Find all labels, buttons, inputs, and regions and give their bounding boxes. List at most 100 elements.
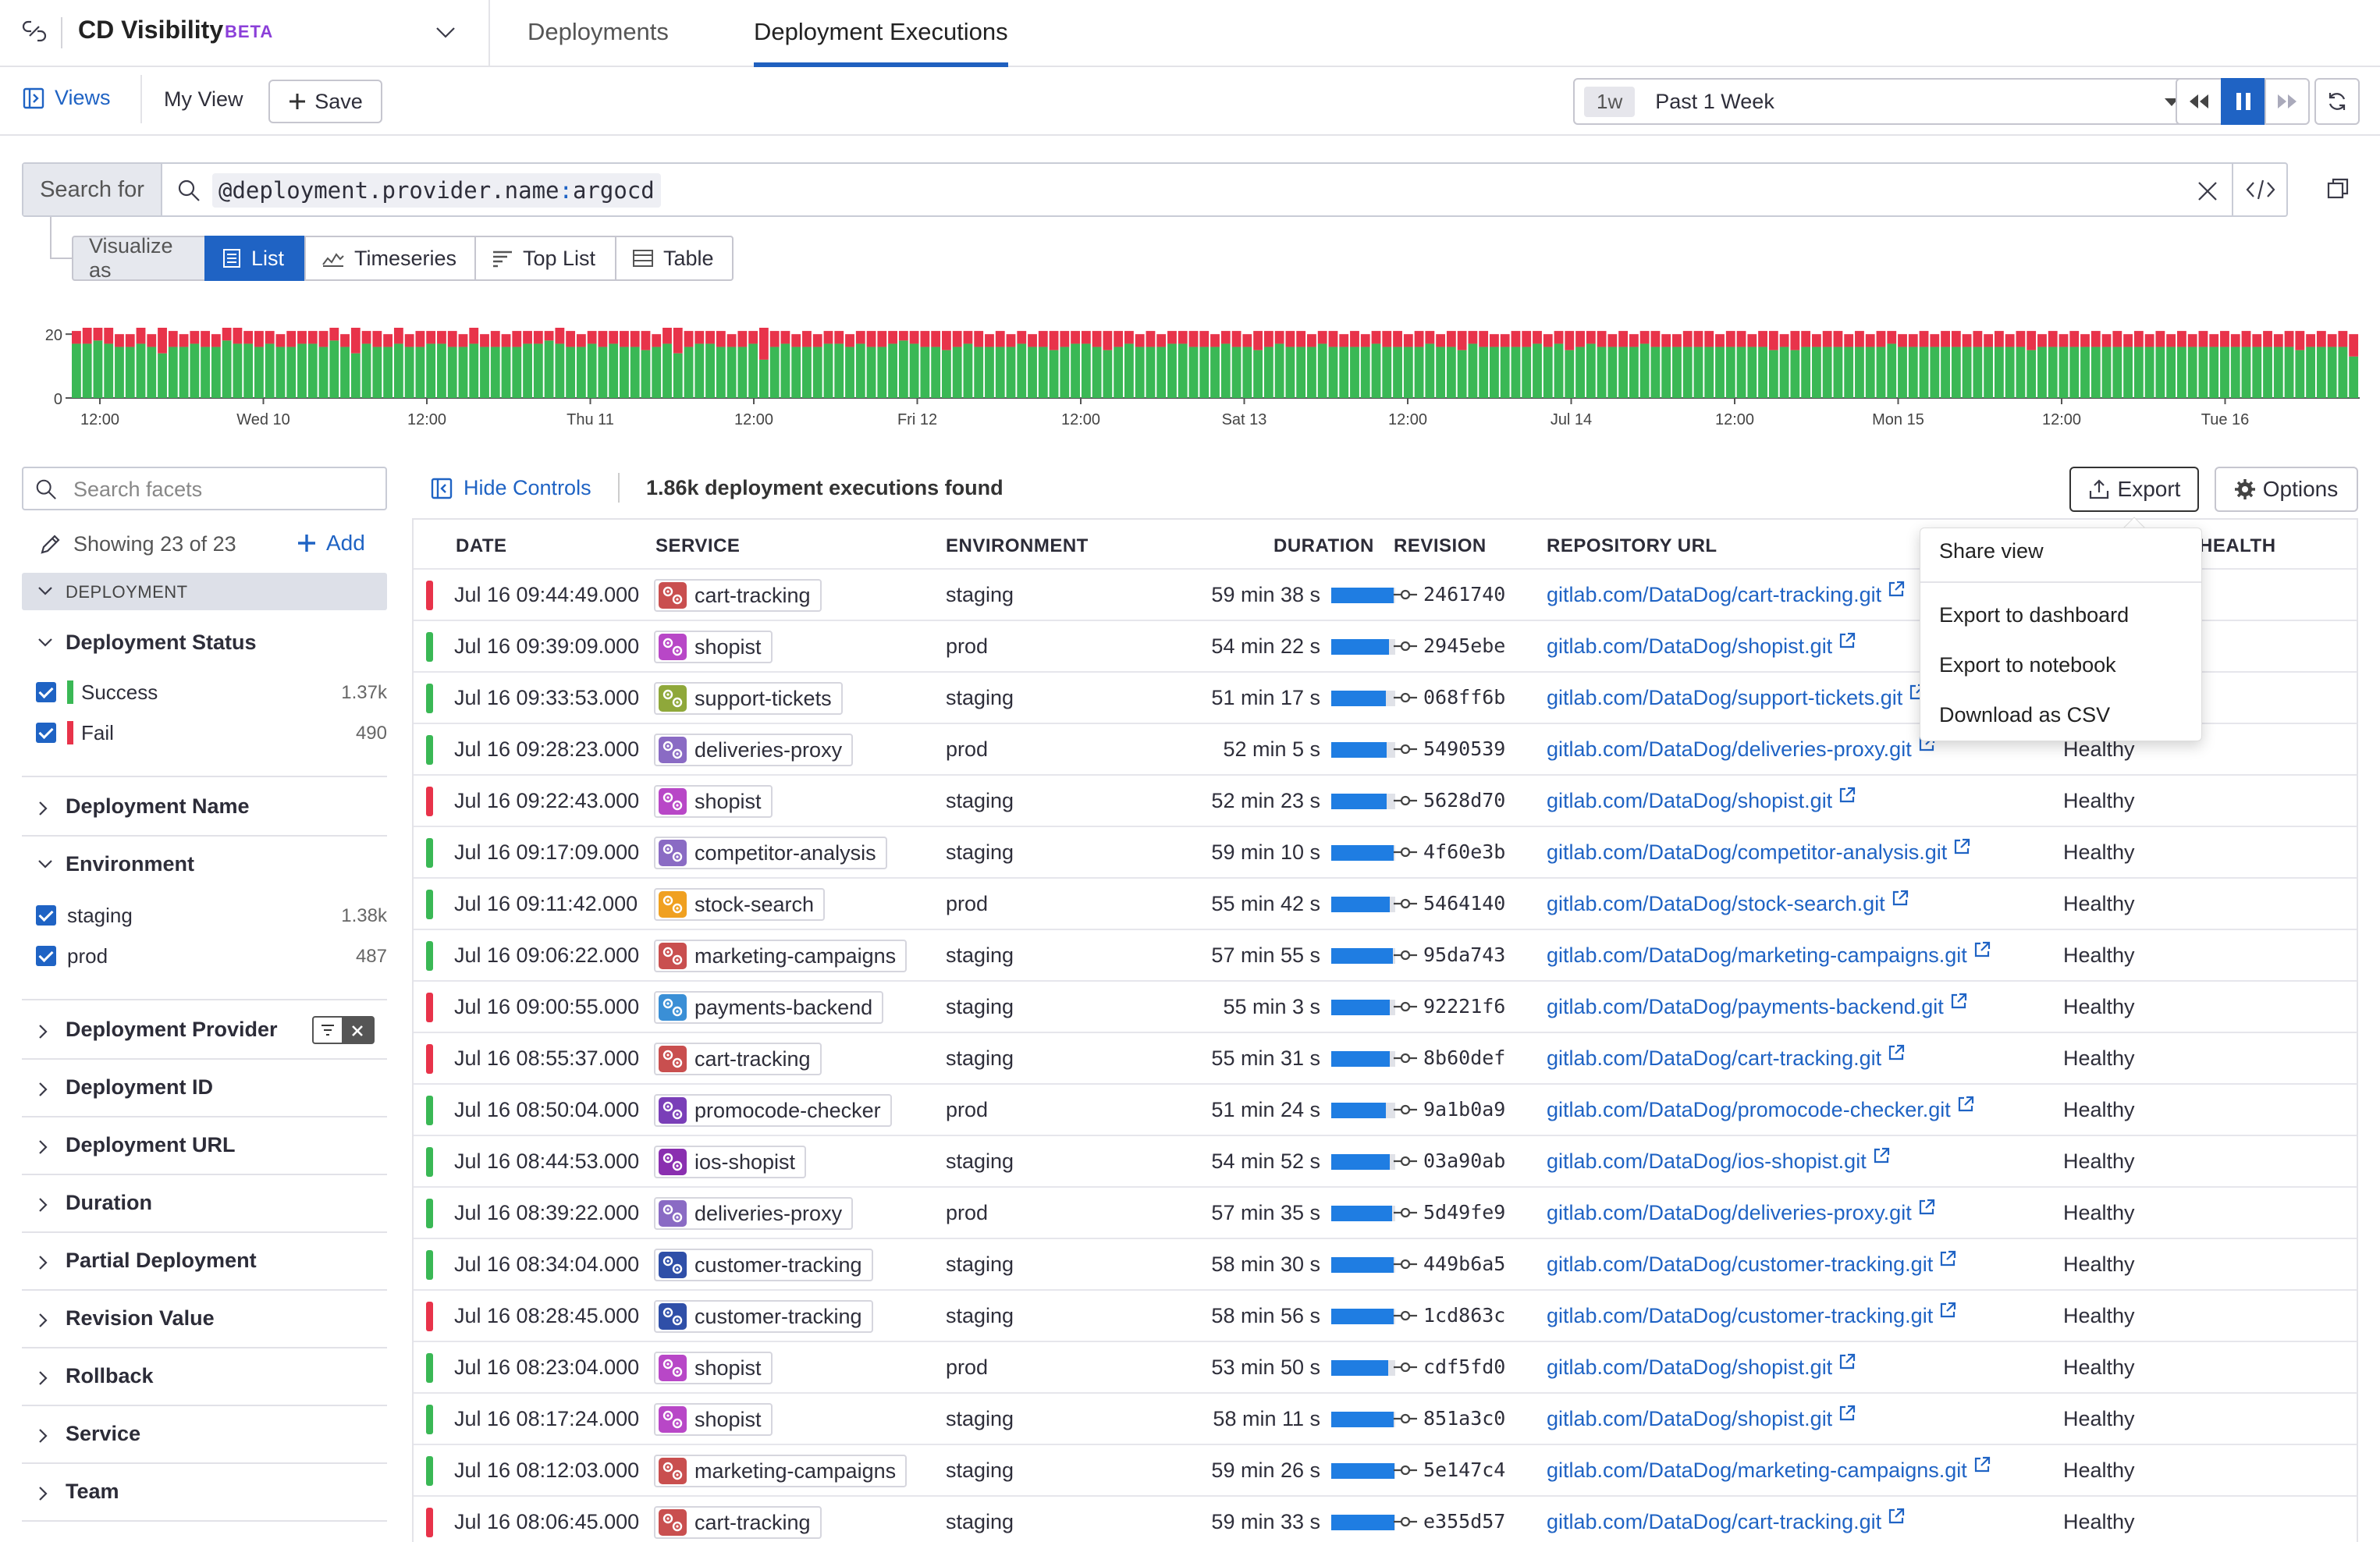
bar-fail[interactable]	[576, 334, 586, 347]
bar-fail[interactable]	[275, 334, 286, 347]
bar-success[interactable]	[1006, 346, 1016, 398]
bar-success[interactable]	[802, 346, 812, 398]
facet-rollback[interactable]: Rollback	[22, 1348, 387, 1406]
bar-success[interactable]	[1887, 343, 1897, 398]
facet-team[interactable]: Team	[22, 1464, 387, 1522]
bar-fail[interactable]	[1511, 331, 1521, 347]
bar-success[interactable]	[2166, 346, 2176, 398]
bar-success[interactable]	[1446, 346, 1456, 398]
bar-success[interactable]	[1543, 346, 1553, 398]
bar-fail[interactable]	[758, 328, 769, 360]
bar-success[interactable]	[1715, 346, 1725, 398]
bar-fail[interactable]	[2230, 334, 2240, 347]
bar-success[interactable]	[1672, 346, 1682, 398]
bar-fail[interactable]	[383, 334, 393, 347]
bar-fail[interactable]	[1156, 334, 1167, 347]
bar-success[interactable]	[1146, 346, 1156, 398]
column-header-health[interactable]: HEALTH	[2199, 535, 2276, 557]
bar-success[interactable]	[780, 343, 790, 398]
bar-success[interactable]	[2327, 346, 2337, 398]
bar-fail[interactable]	[2284, 331, 2294, 347]
bar-success[interactable]	[748, 343, 758, 398]
pause-button[interactable]	[2221, 78, 2266, 125]
bar-fail[interactable]	[1339, 334, 1349, 347]
bar-success[interactable]	[490, 346, 500, 398]
bar-success[interactable]	[2252, 346, 2262, 398]
bar-fail[interactable]	[920, 331, 930, 347]
bar-fail[interactable]	[652, 334, 662, 347]
bar-success[interactable]	[201, 346, 211, 398]
bar-success[interactable]	[254, 346, 264, 398]
bar-success[interactable]	[758, 359, 769, 398]
bar-success[interactable]	[82, 343, 92, 398]
bar-success[interactable]	[1607, 346, 1618, 398]
bar-success[interactable]	[1533, 343, 1542, 398]
bar-fail[interactable]	[2241, 331, 2251, 347]
bar-success[interactable]	[158, 353, 167, 398]
bar-success[interactable]	[1855, 346, 1864, 398]
bar-success[interactable]	[941, 350, 951, 398]
table-row[interactable]: Jul 16 08:12:03.000 marketing-campaigns st…	[414, 1444, 2357, 1495]
bar-success[interactable]	[1167, 343, 1177, 398]
menu-item-download-csv[interactable]: Download as CSV	[1939, 703, 2110, 727]
bar-fail[interactable]	[458, 334, 468, 347]
bar-fail[interactable]	[1672, 334, 1682, 347]
bar-success[interactable]	[2295, 350, 2305, 398]
bar-fail[interactable]	[2090, 331, 2101, 347]
bar-fail[interactable]	[1317, 331, 1327, 344]
bar-fail[interactable]	[544, 331, 554, 341]
bar-fail[interactable]	[2080, 334, 2090, 347]
bar-fail[interactable]	[1951, 331, 1961, 347]
bar-fail[interactable]	[1962, 334, 1972, 347]
bar-fail[interactable]	[1715, 334, 1725, 347]
repository-link[interactable]: gitlab.com/DataDog/shopist.git	[1547, 621, 1856, 671]
bar-fail[interactable]	[1811, 334, 1821, 347]
bar-fail[interactable]	[726, 334, 737, 347]
bar-success[interactable]	[2005, 346, 2015, 398]
bar-success[interactable]	[963, 343, 973, 398]
bar-success[interactable]	[168, 346, 178, 398]
bar-success[interactable]	[1253, 350, 1263, 398]
service-tag[interactable]: marketing-campaigns	[654, 940, 908, 972]
bar-fail[interactable]	[2027, 331, 2037, 350]
service-tag[interactable]: cart-tracking	[654, 579, 822, 612]
bar-fail[interactable]	[737, 331, 748, 347]
bar-success[interactable]	[1876, 346, 1886, 398]
bar-success[interactable]	[318, 346, 329, 398]
bar-success[interactable]	[383, 346, 393, 398]
repository-link[interactable]: gitlab.com/DataDog/payments-backend.git	[1547, 982, 1967, 1032]
bar-fail[interactable]	[802, 331, 812, 347]
bar-fail[interactable]	[190, 331, 200, 344]
bar-fail[interactable]	[1231, 331, 1242, 347]
bar-success[interactable]	[2187, 346, 2197, 398]
bar-success[interactable]	[1779, 346, 1789, 398]
bar-fail[interactable]	[1049, 331, 1059, 350]
bar-success[interactable]	[1028, 346, 1037, 398]
clear-icon[interactable]	[2196, 179, 2219, 203]
column-header-date[interactable]: DATE	[456, 535, 507, 557]
bar-fail[interactable]	[1607, 334, 1618, 347]
bar-success[interactable]	[93, 340, 103, 398]
bar-fail[interactable]	[662, 328, 672, 344]
bar-fail[interactable]	[350, 328, 361, 354]
bar-success[interactable]	[2209, 346, 2219, 398]
bar-success[interactable]	[2090, 346, 2101, 398]
table-row[interactable]: Jul 16 08:50:04.000 promocode-checker prod…	[414, 1083, 2357, 1135]
bar-success[interactable]	[2198, 346, 2208, 398]
bar-fail[interactable]	[147, 334, 157, 347]
bar-success[interactable]	[823, 343, 833, 398]
facet-duration[interactable]: Duration	[22, 1175, 387, 1233]
menu-item-share-view[interactable]: Share view	[1939, 539, 2044, 563]
bar-fail[interactable]	[2005, 334, 2015, 347]
bar-fail[interactable]	[329, 328, 339, 341]
bar-fail[interactable]	[2059, 334, 2069, 347]
bar-success[interactable]	[125, 346, 135, 398]
bar-fail[interactable]	[1167, 331, 1177, 344]
bar-success[interactable]	[190, 343, 200, 398]
bar-success[interactable]	[1919, 346, 1929, 398]
bar-success[interactable]	[2241, 346, 2251, 398]
bar-fail[interactable]	[1736, 331, 1746, 347]
facet-service[interactable]: Service	[22, 1406, 387, 1464]
bar-fail[interactable]	[1490, 334, 1499, 347]
bar-success[interactable]	[469, 343, 479, 398]
